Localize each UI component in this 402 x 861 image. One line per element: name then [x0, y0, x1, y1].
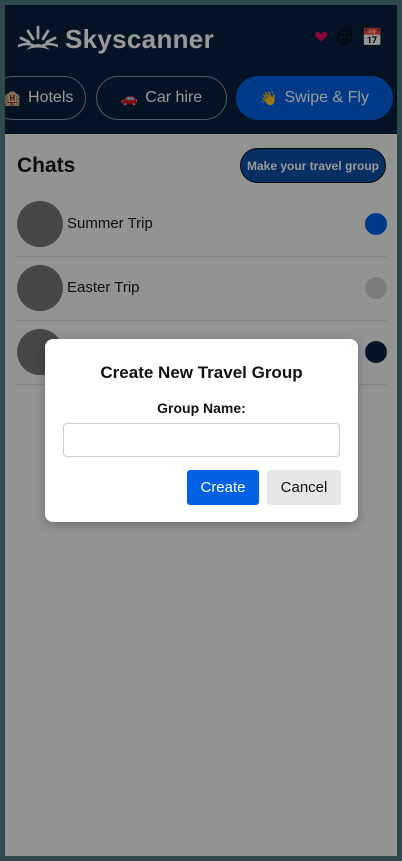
group-name-label: Group Name: [157, 400, 246, 416]
app-window: Skyscanner ❤ 😜 📅 🏨 Hotels 🚗 Car hire 👋 S… [5, 5, 397, 856]
dialog-title: Create New Travel Group [100, 363, 303, 382]
create-button[interactable]: Create [187, 470, 259, 505]
group-name-input[interactable] [63, 423, 340, 457]
create-group-dialog: Create New Travel Group Group Name: Crea… [45, 339, 358, 522]
cancel-button[interactable]: Cancel [267, 470, 341, 505]
